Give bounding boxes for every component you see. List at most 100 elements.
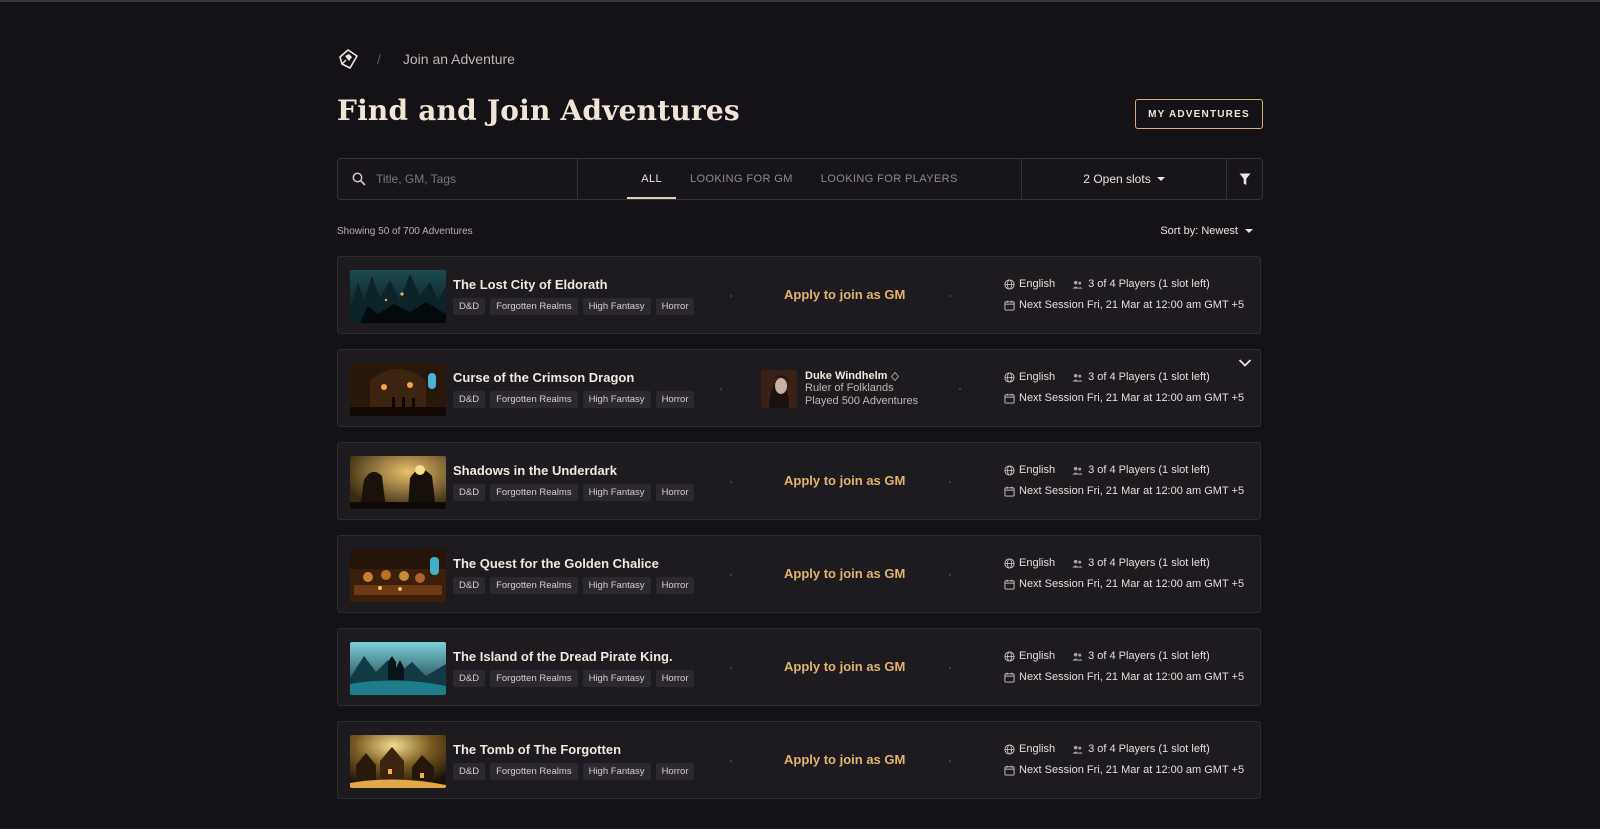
tag-list: D&D Forgotten Realms High Fantasy Horror — [453, 484, 695, 501]
tag[interactable]: D&D — [453, 484, 486, 501]
divider-dot — [730, 481, 732, 483]
divider-dot — [730, 295, 732, 297]
page-title: Find and Join Adventures — [337, 94, 740, 127]
divider-dot — [949, 667, 951, 669]
calendar-icon — [1004, 393, 1015, 404]
next-session: Next Session Fri, 21 Mar at 12:00 am GMT… — [1019, 764, 1245, 776]
adventure-card[interactable]: The Island of the Dread Pirate King. D&D… — [337, 628, 1261, 706]
tab-all[interactable]: ALL — [627, 159, 676, 199]
meta-row: English 3 of 4 Players (1 slot left) — [1004, 278, 1210, 290]
tag[interactable]: High Fantasy — [582, 391, 651, 408]
adventure-title[interactable]: The Quest for the Golden Chalice — [453, 556, 659, 571]
adventure-title[interactable]: Curse of the Crimson Dragon — [453, 370, 634, 385]
tag[interactable]: D&D — [453, 763, 486, 780]
tag[interactable]: High Fantasy — [582, 670, 651, 687]
adventure-title[interactable]: Shadows in the Underdark — [453, 463, 617, 478]
tag[interactable]: D&D — [453, 577, 486, 594]
globe-icon — [1004, 464, 1015, 476]
language: English — [1019, 371, 1056, 383]
players-count: 3 of 4 Players (1 slot left) — [1088, 278, 1210, 290]
open-slots-dropdown[interactable]: 2 Open slots — [1022, 159, 1227, 199]
tag[interactable]: High Fantasy — [582, 484, 651, 501]
globe-icon — [1004, 557, 1015, 569]
gm-info[interactable]: Duke Windhelm Ruler of Folklands Played … — [761, 370, 918, 408]
tag[interactable]: Forgotten Realms — [490, 763, 578, 780]
tag[interactable]: D&D — [453, 298, 486, 315]
gm-name[interactable]: Duke Windhelm — [805, 370, 887, 382]
tag[interactable]: High Fantasy — [582, 763, 651, 780]
globe-icon — [1004, 743, 1015, 755]
divider-dot — [949, 295, 951, 297]
adventure-card[interactable]: The Quest for the Golden Chalice D&D For… — [337, 535, 1261, 613]
players-icon — [1072, 745, 1083, 754]
filter-button[interactable] — [1227, 159, 1262, 199]
my-adventures-button[interactable]: MY ADVENTURES — [1135, 99, 1263, 129]
language: English — [1019, 650, 1056, 662]
next-session: Next Session Fri, 21 Mar at 12:00 am GMT… — [1019, 392, 1245, 404]
players-icon — [1072, 280, 1083, 289]
meta-row: Next Session Fri, 21 Mar at 12:00 am GMT… — [1004, 671, 1244, 683]
apply-as-gm-button[interactable]: Apply to join as GM — [784, 659, 905, 674]
players-count: 3 of 4 Players (1 slot left) — [1088, 464, 1210, 476]
tab-looking-for-players[interactable]: LOOKING FOR PLAYERS — [807, 159, 972, 199]
meta-row: Next Session Fri, 21 Mar at 12:00 am GMT… — [1004, 485, 1244, 497]
apply-as-gm-button[interactable]: Apply to join as GM — [784, 566, 905, 581]
tag[interactable]: Forgotten Realms — [490, 484, 578, 501]
tag[interactable]: Forgotten Realms — [490, 298, 578, 315]
apply-as-gm-button[interactable]: Apply to join as GM — [784, 473, 905, 488]
players-icon — [1072, 559, 1083, 568]
divider-dot — [730, 760, 732, 762]
sort-dropdown[interactable]: Sort by: Newest — [1160, 225, 1253, 237]
tag-list: D&D Forgotten Realms High Fantasy Horror — [453, 763, 695, 780]
tag[interactable]: D&D — [453, 391, 486, 408]
breadcrumb: / Join an Adventure — [337, 46, 515, 72]
meta-row: English 3 of 4 Players (1 slot left) — [1004, 650, 1210, 662]
adventure-card[interactable]: Curse of the Crimson Dragon D&D Forgotte… — [337, 349, 1261, 427]
tag[interactable]: High Fantasy — [582, 298, 651, 315]
tag[interactable]: Horror — [655, 577, 695, 594]
tag[interactable]: Horror — [655, 298, 695, 315]
next-session: Next Session Fri, 21 Mar at 12:00 am GMT… — [1019, 671, 1245, 683]
search-input[interactable] — [374, 171, 558, 187]
tag[interactable]: Horror — [655, 391, 695, 408]
tag-list: D&D Forgotten Realms High Fantasy Horror — [453, 670, 695, 687]
calendar-icon — [1004, 672, 1015, 683]
apply-as-gm-button[interactable]: Apply to join as GM — [784, 287, 905, 302]
meta-row: English 3 of 4 Players (1 slot left) — [1004, 371, 1210, 383]
tag[interactable]: Forgotten Realms — [490, 577, 578, 594]
tag[interactable]: Horror — [655, 670, 695, 687]
apply-as-gm-button[interactable]: Apply to join as GM — [784, 752, 905, 767]
sort-label: Sort by: — [1160, 225, 1199, 237]
tab-group: ALL LOOKING FOR GM LOOKING FOR PLAYERS — [578, 159, 1022, 199]
tag[interactable]: Horror — [655, 763, 695, 780]
adventure-title[interactable]: The Island of the Dread Pirate King. — [453, 649, 673, 664]
meta-row: Next Session Fri, 21 Mar at 12:00 am GMT… — [1004, 392, 1244, 404]
meta-row: Next Session Fri, 21 Mar at 12:00 am GMT… — [1004, 299, 1244, 311]
tag[interactable]: Horror — [655, 484, 695, 501]
divider-dot — [949, 574, 951, 576]
breadcrumb-current: Join an Adventure — [402, 51, 515, 67]
top-border — [0, 0, 1600, 2]
adventure-thumbnail — [350, 549, 446, 602]
meta-row: Next Session Fri, 21 Mar at 12:00 am GMT… — [1004, 578, 1244, 590]
calendar-icon — [1004, 300, 1015, 311]
adventure-thumbnail — [350, 363, 446, 416]
adventure-card[interactable]: Shadows in the Underdark D&D Forgotten R… — [337, 442, 1261, 520]
adventure-title[interactable]: The Tomb of The Forgotten — [453, 742, 621, 757]
chevron-down-icon[interactable] — [1238, 358, 1252, 368]
language: English — [1019, 743, 1056, 755]
calendar-icon — [1004, 579, 1015, 590]
adventure-title[interactable]: The Lost City of Eldorath — [453, 277, 608, 292]
meta-row: English 3 of 4 Players (1 slot left) — [1004, 464, 1210, 476]
sort-value: Newest — [1201, 225, 1238, 237]
tag[interactable]: High Fantasy — [582, 577, 651, 594]
tag[interactable]: D&D — [453, 670, 486, 687]
tag[interactable]: Forgotten Realms — [490, 391, 578, 408]
tag[interactable]: Forgotten Realms — [490, 670, 578, 687]
adventure-card[interactable]: The Tomb of The Forgotten D&D Forgotten … — [337, 721, 1261, 799]
tab-looking-for-gm[interactable]: LOOKING FOR GM — [676, 159, 807, 199]
divider-dot — [949, 760, 951, 762]
adventure-thumbnail — [350, 642, 446, 695]
logo-icon[interactable] — [337, 48, 359, 70]
adventure-card[interactable]: The Lost City of Eldorath D&D Forgotten … — [337, 256, 1261, 334]
